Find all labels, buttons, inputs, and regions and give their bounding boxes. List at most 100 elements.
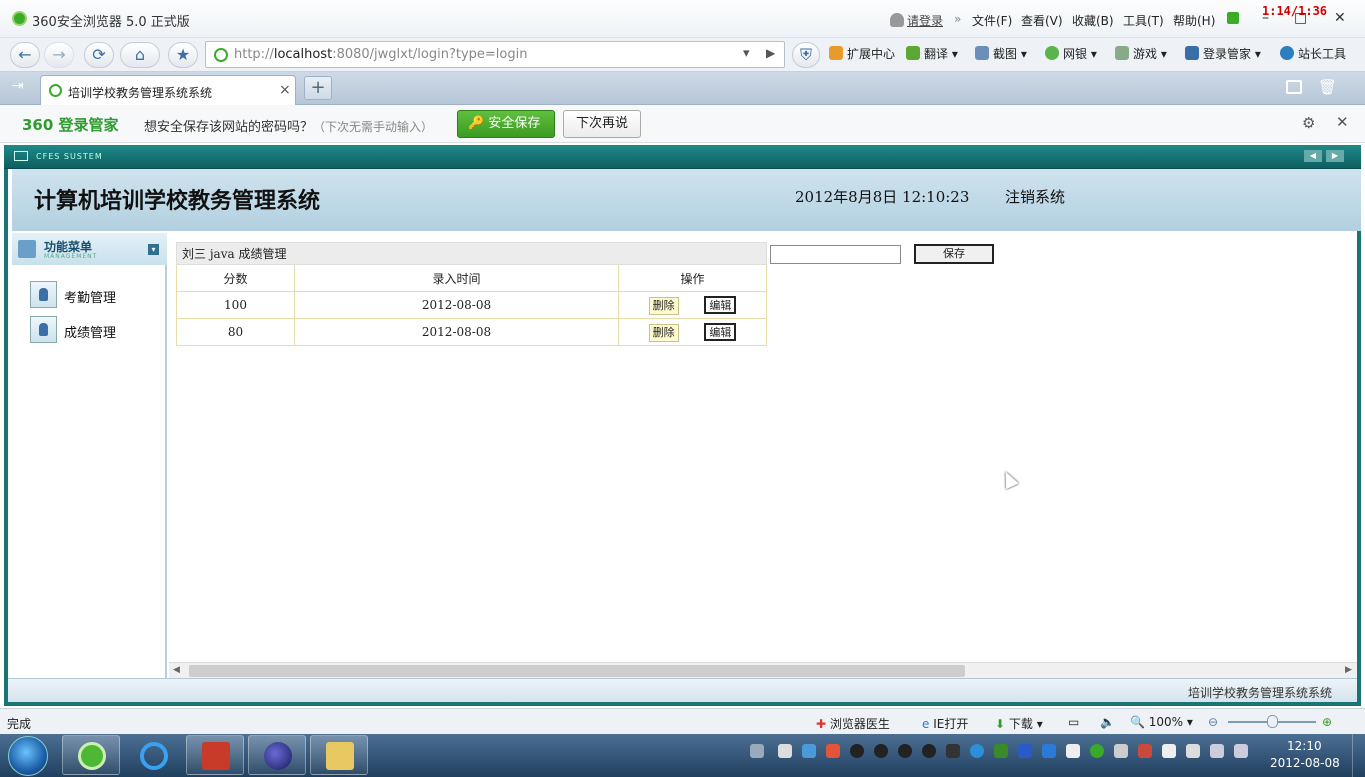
tray-app-icon[interactable] (946, 744, 960, 758)
zoom-out-icon[interactable]: ⊖ (1208, 715, 1218, 729)
favorite-star-icon[interactable]: ★ (168, 42, 198, 68)
download-button[interactable]: ⬇ 下载 ▾ (995, 715, 1043, 732)
menu-tools[interactable]: 工具(T) (1123, 12, 1164, 29)
toolbar-translate[interactable]: 翻译 ▾ (906, 45, 958, 62)
close-icon[interactable]: ✕ (1334, 10, 1346, 26)
taskbar-time[interactable]: 12:10 (1287, 739, 1322, 753)
volume-icon[interactable] (1234, 744, 1248, 758)
score-input[interactable] (770, 245, 901, 264)
url-input[interactable]: http://localhost:8080/jwglxt/login?type=… (205, 41, 785, 68)
taskbar-eclipse[interactable] (248, 735, 306, 775)
go-icon[interactable]: ▶ (766, 46, 775, 60)
toolbar-webmaster[interactable]: 站长工具 (1280, 45, 1346, 62)
url-dropdown-icon[interactable]: ▾ (743, 46, 750, 61)
menu-help[interactable]: 帮助(H) (1173, 12, 1215, 29)
qq-icon[interactable] (874, 744, 888, 758)
taskbar-ie[interactable] (124, 735, 182, 775)
browser-doctor-button[interactable]: ✚ 浏览器医生 (816, 715, 890, 732)
tray-app-icon[interactable] (1090, 744, 1104, 758)
zoom-control[interactable]: 🔍 100% ▾ (1130, 715, 1193, 729)
menu-view[interactable]: 查看(V) (1021, 12, 1063, 29)
delete-button[interactable]: 删除 (648, 323, 679, 342)
zoom-slider-knob[interactable] (1267, 715, 1278, 728)
status-text: 完成 (7, 717, 32, 731)
trash-icon[interactable]: 🗑 (1318, 78, 1337, 96)
menu-favorites[interactable]: 收藏(B) (1072, 12, 1114, 29)
toolbar-games[interactable]: 游戏 ▾ (1115, 45, 1167, 62)
screen-icon[interactable]: ▭ (1068, 715, 1079, 729)
datetime: 2012年8月8日 12:10:23 (795, 188, 970, 206)
arrow-right-icon[interactable]: ▶ (1326, 150, 1344, 162)
start-button[interactable] (8, 736, 48, 776)
skin-icon[interactable] (1227, 12, 1239, 24)
gear-icon[interactable]: ⚙ (1302, 114, 1315, 132)
tray-app-icon[interactable] (1018, 744, 1032, 758)
sidebar-item-attendance[interactable]: 考勤管理 (30, 281, 160, 311)
close-bar-icon[interactable]: ✕ (1336, 113, 1349, 131)
horizontal-scrollbar[interactable]: ◀ ▶ (169, 662, 1357, 678)
tray-app-icon[interactable] (1066, 744, 1080, 758)
sidebar-item-grades[interactable]: 成绩管理 (30, 316, 160, 346)
extension-icon (829, 46, 843, 60)
maximize-icon[interactable]: □ (1294, 10, 1307, 26)
toolbar-extensions[interactable]: 扩展中心 (829, 45, 895, 62)
edit-button[interactable]: 编辑 (704, 295, 737, 314)
logout-link[interactable]: 注销系统 (1005, 186, 1065, 207)
shield-tray-icon[interactable] (1042, 744, 1056, 758)
secure-save-button[interactable]: 🔑 安全保存 (457, 110, 555, 138)
qq-icon[interactable] (850, 744, 864, 758)
taskbar-360-browser[interactable] (62, 735, 120, 775)
table-header-row: 分数 录入时间 操作 (176, 264, 767, 292)
edit-button[interactable]: 编辑 (704, 322, 737, 341)
new-tab-button[interactable]: + (304, 76, 332, 100)
home-icon[interactable]: ⌂ (120, 42, 160, 68)
chevron-right-icon: » (954, 12, 962, 26)
tray-app-icon[interactable] (970, 744, 984, 758)
tray-app-icon[interactable] (1138, 744, 1152, 758)
toolbar-login-manager[interactable]: 登录管家 ▾ (1185, 45, 1261, 62)
network-icon[interactable] (1210, 744, 1224, 758)
restore-tabs-icon[interactable] (1286, 80, 1302, 94)
later-button[interactable]: 下次再说 (563, 110, 641, 138)
tray-app-icon[interactable] (826, 744, 840, 758)
volume-icon[interactable]: 🔈 (1100, 715, 1115, 729)
refresh-icon[interactable]: ⟳ (84, 42, 114, 68)
forward-icon[interactable]: → (44, 42, 74, 68)
tray-app-icon[interactable] (1114, 744, 1128, 758)
tray-app-icon[interactable] (1186, 744, 1200, 758)
tray-app-icon[interactable] (778, 744, 792, 758)
show-desktop-button[interactable] (1352, 734, 1365, 777)
qq-icon[interactable] (922, 744, 936, 758)
arrow-left-icon[interactable]: ◀ (1304, 150, 1322, 162)
minimize-icon[interactable]: – (1262, 10, 1269, 26)
scroll-right-icon[interactable]: ▶ (1345, 665, 1352, 675)
delete-button[interactable]: 删除 (648, 296, 679, 315)
key-icon: 🔑 (468, 116, 489, 131)
taskbar-toolbox[interactable] (186, 735, 244, 775)
qq-icon[interactable] (898, 744, 912, 758)
collapse-icon[interactable]: ▾ (148, 244, 159, 255)
flag-icon[interactable] (1162, 744, 1176, 758)
tray-app-icon[interactable] (994, 744, 1008, 758)
menu-file[interactable]: 文件(F) (972, 12, 1012, 29)
scroll-left-icon[interactable]: ◀ (173, 665, 180, 675)
tray-app-icon[interactable] (802, 744, 816, 758)
toolbar-ebank[interactable]: 网银 ▾ (1045, 45, 1097, 62)
zoom-in-icon[interactable]: ⊕ (1322, 715, 1332, 729)
key-icon (1185, 46, 1199, 60)
tab-active[interactable]: 培训学校教务管理系统系统 × (40, 75, 296, 105)
scrollbar-thumb[interactable] (189, 665, 965, 677)
tab-close-icon[interactable]: × (279, 82, 291, 98)
back-icon[interactable]: ← (10, 42, 40, 68)
tab-bar: ⇥ 培训学校教务管理系统系统 × + 🗑 (0, 72, 1365, 105)
sidebar-toggle-icon[interactable]: ⇥ (12, 78, 24, 94)
browser-360-icon (78, 742, 106, 770)
save-button[interactable]: 保存 (914, 244, 994, 264)
toolbar-screenshot[interactable]: 截图 ▾ (975, 45, 1027, 62)
login-link[interactable]: 请登录 (907, 12, 943, 29)
taskbar-explorer[interactable] (310, 735, 368, 775)
ie-open-button[interactable]: e IE打开 (922, 715, 968, 732)
shield-icon[interactable]: ⛨ (792, 42, 820, 68)
keyboard-icon[interactable] (750, 744, 764, 758)
taskbar-date[interactable]: 2012-08-08 (1270, 756, 1340, 770)
